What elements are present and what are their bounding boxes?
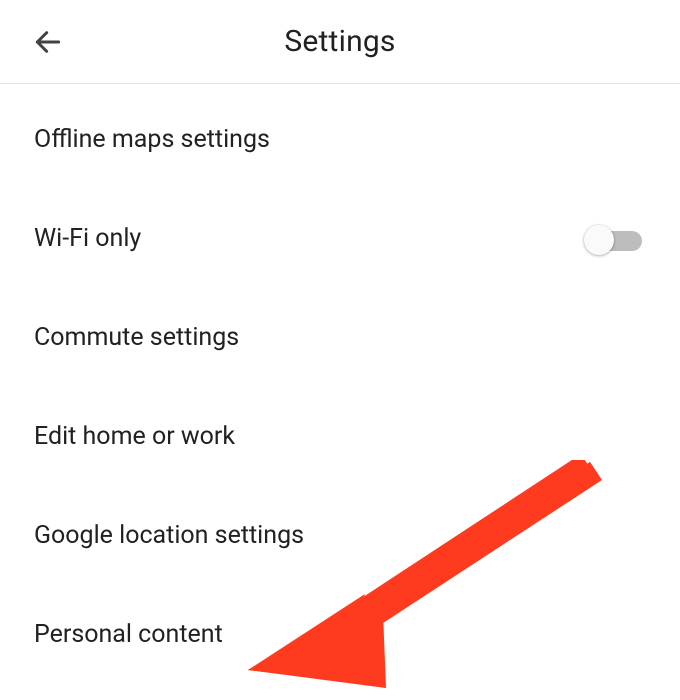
settings-item-label: Wi-Fi only xyxy=(34,224,141,253)
settings-item-label: Edit home or work xyxy=(34,422,235,451)
settings-item-offline-maps[interactable]: Offline maps settings xyxy=(0,90,680,189)
settings-item-label: Offline maps settings xyxy=(34,125,270,154)
settings-item-google-location[interactable]: Google location settings xyxy=(0,486,680,585)
settings-item-label: Google location settings xyxy=(34,521,304,550)
back-button[interactable] xyxy=(28,22,68,62)
page-title: Settings xyxy=(0,24,680,59)
settings-item-commute[interactable]: Commute settings xyxy=(0,288,680,387)
settings-list: Offline maps settings Wi-Fi only Commute… xyxy=(0,84,680,684)
arrow-left-icon xyxy=(32,26,64,58)
settings-item-label: Personal content xyxy=(34,620,223,649)
settings-item-label: Commute settings xyxy=(34,323,239,352)
toggle-thumb xyxy=(584,225,614,255)
settings-item-personal-content[interactable]: Personal content xyxy=(0,585,680,684)
settings-item-edit-home-work[interactable]: Edit home or work xyxy=(0,387,680,486)
settings-item-wifi-only[interactable]: Wi-Fi only xyxy=(0,189,680,288)
wifi-only-toggle[interactable] xyxy=(584,227,646,251)
header: Settings xyxy=(0,0,680,84)
